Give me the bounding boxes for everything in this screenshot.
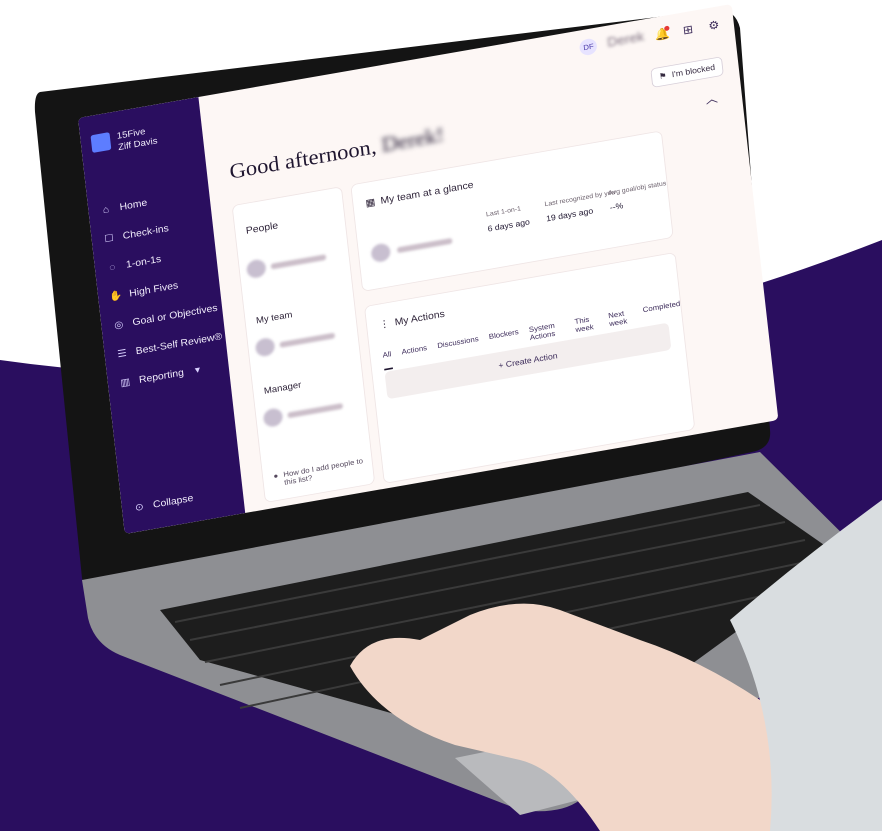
sidebar-item-label: Check-ins (122, 222, 170, 242)
my-actions-label: My Actions (394, 307, 446, 328)
im-blocked-button[interactable]: ⚑ I'm blocked (650, 56, 724, 88)
help-text: How do I add people to this list? (282, 456, 364, 487)
people-panel: People My team Manager ● How do I add pe… (231, 186, 376, 503)
stat-value-recognized: 19 days ago (545, 206, 594, 224)
person-avatar (245, 258, 267, 280)
person-text (279, 332, 336, 348)
chevron-up-icon[interactable]: ︿ (705, 90, 719, 108)
sidebar-item-label: High Fives (128, 279, 179, 299)
stat-label-last-1on1: Last 1-on-1 (485, 204, 522, 219)
user-name: Derek (606, 30, 645, 51)
checkin-icon: ☐ (103, 231, 115, 245)
brand: 15Five Ziff Davis (90, 124, 158, 158)
info-icon: ● (273, 471, 279, 481)
review-icon: ☰ (116, 346, 128, 360)
tab-completed[interactable]: Completed (642, 299, 682, 325)
tab-this-week[interactable]: This week (574, 314, 599, 337)
tab-all[interactable]: All (382, 349, 393, 371)
greeting-name: Derek! (380, 122, 446, 157)
person-avatar (254, 336, 276, 358)
stat-value-last-1on1: 6 days ago (487, 217, 531, 235)
person-avatar (370, 242, 392, 264)
person-text (396, 237, 453, 253)
my-team-label: My team (255, 309, 293, 326)
team-icon: ▦ (364, 195, 376, 209)
chart-icon: ▥ (119, 375, 131, 389)
team-glance-title: ▦ My team at a glance (365, 179, 474, 209)
chat-icon: ◌ (108, 260, 116, 274)
sidebar-item-label: Reporting (138, 366, 185, 386)
people-title: People (245, 219, 279, 237)
sidebar-item-label: 1-on-1s (125, 252, 162, 271)
person-text (287, 402, 344, 418)
list-item[interactable] (245, 236, 345, 288)
home-icon: ⌂ (102, 203, 110, 216)
help-link[interactable]: ● How do I add people to this list? (273, 455, 373, 488)
stat-value-goal-status: --% (609, 201, 624, 213)
target-icon: ◎ (113, 318, 124, 331)
tab-next-week[interactable]: Next week (608, 308, 634, 331)
im-blocked-label: I'm blocked (671, 62, 716, 80)
sidebar-item-label: Home (118, 196, 148, 213)
gear-icon[interactable]: ⚙ (705, 17, 722, 34)
stat-label-recognized: Last recognized by you (544, 188, 616, 208)
sidebar-nav: ⌂ Home ☐ Check-ins ◌ 1-on-1s ✋ High Five… (97, 177, 228, 397)
avatar[interactable]: DF (579, 37, 599, 57)
team-glance-label: My team at a glance (379, 178, 475, 207)
grid-icon[interactable]: ⊞ (679, 21, 696, 38)
chevron-down-icon: ▾ (194, 363, 201, 376)
collapse-icon: ⊙ (134, 500, 145, 514)
person-avatar (262, 407, 284, 429)
notification-badge (663, 25, 670, 32)
flag-icon: ⚑ (658, 71, 668, 82)
person-text (270, 253, 327, 270)
logo-icon (90, 132, 112, 153)
my-actions-title: ⋮ My Actions (379, 308, 446, 331)
greeting-text: Good afternoon, (228, 134, 378, 184)
stat-label-goal-status: Avg goal/obj status (607, 179, 667, 197)
highfive-icon: ✋ (108, 289, 123, 303)
collapse-label: Collapse (152, 491, 194, 511)
notification-icon[interactable]: 🔔 (654, 25, 671, 43)
actions-icon: ⋮ (378, 317, 391, 331)
manager-label: Manager (263, 380, 302, 397)
tab-actions[interactable]: Actions (401, 344, 429, 368)
team-row[interactable] (370, 232, 453, 264)
collapse-button[interactable]: ⊙ Collapse (132, 491, 194, 514)
